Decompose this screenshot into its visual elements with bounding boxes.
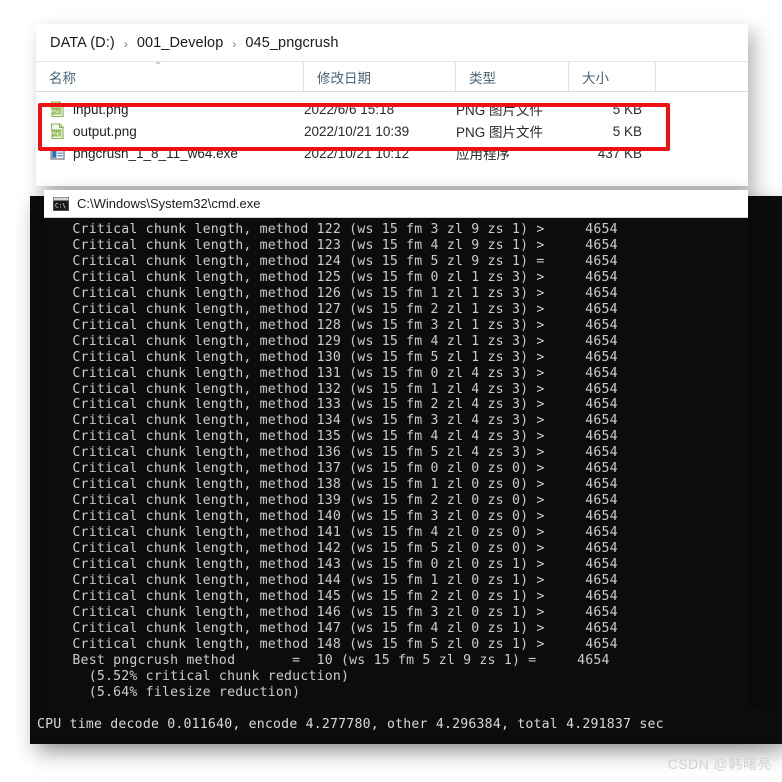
file-list: PNG input.png 2022/6/6 15:18 PNG 图片文件 5 …	[36, 98, 748, 164]
console-line: Critical chunk length, method 130 (ws 15…	[48, 349, 618, 365]
console-title-bar[interactable]: C:\ C:\Windows\System32\cmd.exe	[44, 190, 748, 218]
cmd-icon: C:\	[53, 196, 69, 211]
table-row[interactable]: PNG output.png 2022/10/21 10:39 PNG 图片文件…	[36, 120, 748, 142]
file-name-cell: PNG input.png	[36, 98, 304, 120]
watermark: CSDN @韩曙亮	[667, 756, 772, 772]
column-header-name[interactable]: 名称 ⌃	[36, 62, 304, 91]
file-type-cell: PNG 图片文件	[456, 103, 544, 118]
console-line: Critical chunk length, method 145 (ws 15…	[48, 588, 618, 604]
console-line: Critical chunk length, method 131 (ws 15…	[48, 365, 618, 381]
console-line: Critical chunk length, method 135 (ws 15…	[48, 429, 618, 445]
console-line: Critical chunk length, method 144 (ws 15…	[48, 572, 618, 588]
console-output: Critical chunk length, method 122 (ws 15…	[44, 218, 748, 730]
file-name-label: input.png	[73, 101, 129, 117]
file-name-cell: pngcrush_1_8_11_w64.exe	[36, 142, 304, 164]
console-line: Critical chunk length, method 140 (ws 15…	[48, 509, 618, 525]
console-line: Critical chunk length, method 146 (ws 15…	[48, 604, 618, 620]
column-header-type-label: 类型	[469, 70, 496, 86]
console-window: C:\ C:\Windows\System32\cmd.exe Critical…	[44, 190, 748, 730]
table-row[interactable]: PNG input.png 2022/6/6 15:18 PNG 图片文件 5 …	[36, 98, 748, 120]
console-line: Critical chunk length, method 134 (ws 15…	[48, 413, 618, 429]
chevron-right-icon: ›	[123, 36, 128, 51]
console-line: Best pngcrush method = 10 (ws 15 fm 5 zl…	[48, 652, 610, 668]
file-name-label: pngcrush_1_8_11_w64.exe	[73, 145, 238, 161]
console-line: Critical chunk length, method 137 (ws 15…	[48, 461, 618, 477]
file-type-cell: PNG 图片文件	[456, 125, 544, 140]
file-name-label: output.png	[73, 123, 137, 139]
column-header-type[interactable]: 类型	[456, 62, 569, 91]
breadcrumb[interactable]: DATA (D:) › 001_Develop › 045_pngcrush	[36, 24, 748, 62]
column-header-row: 名称 ⌃ 修改日期 类型 大小	[36, 62, 748, 92]
breadcrumb-item-develop[interactable]: 001_Develop	[137, 35, 224, 51]
console-line: Critical chunk length, method 141 (ws 15…	[48, 525, 618, 541]
breadcrumb-item-pngcrush[interactable]: 045_pngcrush	[245, 35, 338, 51]
file-size-cell: 5 KB	[612, 123, 642, 139]
console-line: Critical chunk length, method 142 (ws 15…	[48, 541, 618, 557]
console-line: (5.64% filesize reduction)	[48, 684, 301, 700]
column-header-date-label: 修改日期	[317, 70, 371, 86]
file-size-cell: 5 KB	[612, 101, 642, 117]
console-line: Critical chunk length, method 122 (ws 15…	[48, 222, 618, 237]
console-line: Critical chunk length, method 126 (ws 15…	[48, 285, 618, 301]
console-cpu-time-line: CPU time decode 0.011640, encode 4.27778…	[37, 716, 664, 732]
console-line: Critical chunk length, method 136 (ws 15…	[48, 445, 618, 461]
file-type-cell: 应用程序	[456, 147, 510, 162]
file-date-cell: 2022/10/21 10:39	[304, 123, 410, 139]
console-line: Critical chunk length, method 123 (ws 15…	[48, 237, 618, 253]
svg-text:PNG: PNG	[51, 131, 63, 137]
console-title-label: C:\Windows\System32\cmd.exe	[77, 196, 261, 211]
svg-text:PNG: PNG	[51, 109, 63, 115]
console-line: Critical chunk length, method 125 (ws 15…	[48, 269, 618, 285]
exe-file-icon	[49, 145, 66, 162]
png-file-icon: PNG	[49, 122, 66, 140]
png-file-icon: PNG	[49, 100, 66, 118]
svg-text:C:\: C:\	[55, 202, 66, 209]
console-cpu-time-row: CPU time decode 0.011640, encode 4.27778…	[32, 708, 780, 740]
console-line: Critical chunk length, method 128 (ws 15…	[48, 317, 618, 333]
column-header-size[interactable]: 大小	[569, 62, 656, 91]
console-line: Critical chunk length, method 133 (ws 15…	[48, 397, 618, 413]
console-line: Critical chunk length, method 147 (ws 15…	[48, 620, 618, 636]
console-line: Critical chunk length, method 129 (ws 15…	[48, 333, 618, 349]
chevron-right-icon: ›	[232, 36, 237, 51]
file-size-cell: 437 KB	[597, 145, 642, 161]
column-header-date[interactable]: 修改日期	[304, 62, 456, 91]
file-date-cell: 2022/10/21 10:12	[304, 145, 410, 161]
console-line: Critical chunk length, method 138 (ws 15…	[48, 477, 618, 493]
console-line: Critical chunk length, method 127 (ws 15…	[48, 301, 618, 317]
console-line: Critical chunk length, method 139 (ws 15…	[48, 493, 618, 509]
file-explorer-window: DATA (D:) › 001_Develop › 045_pngcrush 名…	[36, 24, 748, 186]
column-header-spacer	[656, 62, 748, 91]
console-line: Critical chunk length, method 124 (ws 15…	[48, 253, 618, 269]
file-date-cell: 2022/6/6 15:18	[304, 101, 395, 117]
file-name-cell: PNG output.png	[36, 120, 304, 142]
column-header-name-label: 名称	[49, 70, 76, 86]
console-line: Critical chunk length, method 132 (ws 15…	[48, 381, 618, 397]
sort-ascending-icon: ⌃	[154, 61, 163, 72]
column-header-size-label: 大小	[582, 70, 609, 86]
breadcrumb-item-drive[interactable]: DATA (D:)	[50, 35, 115, 51]
console-line: Critical chunk length, method 143 (ws 15…	[48, 557, 618, 573]
console-line: (5.52% critical chunk reduction)	[48, 668, 350, 684]
table-row[interactable]: pngcrush_1_8_11_w64.exe 2022/10/21 10:12…	[36, 142, 748, 164]
console-line: Critical chunk length, method 148 (ws 15…	[48, 636, 618, 652]
screen: DATA (D:) › 001_Develop › 045_pngcrush 名…	[0, 0, 782, 782]
